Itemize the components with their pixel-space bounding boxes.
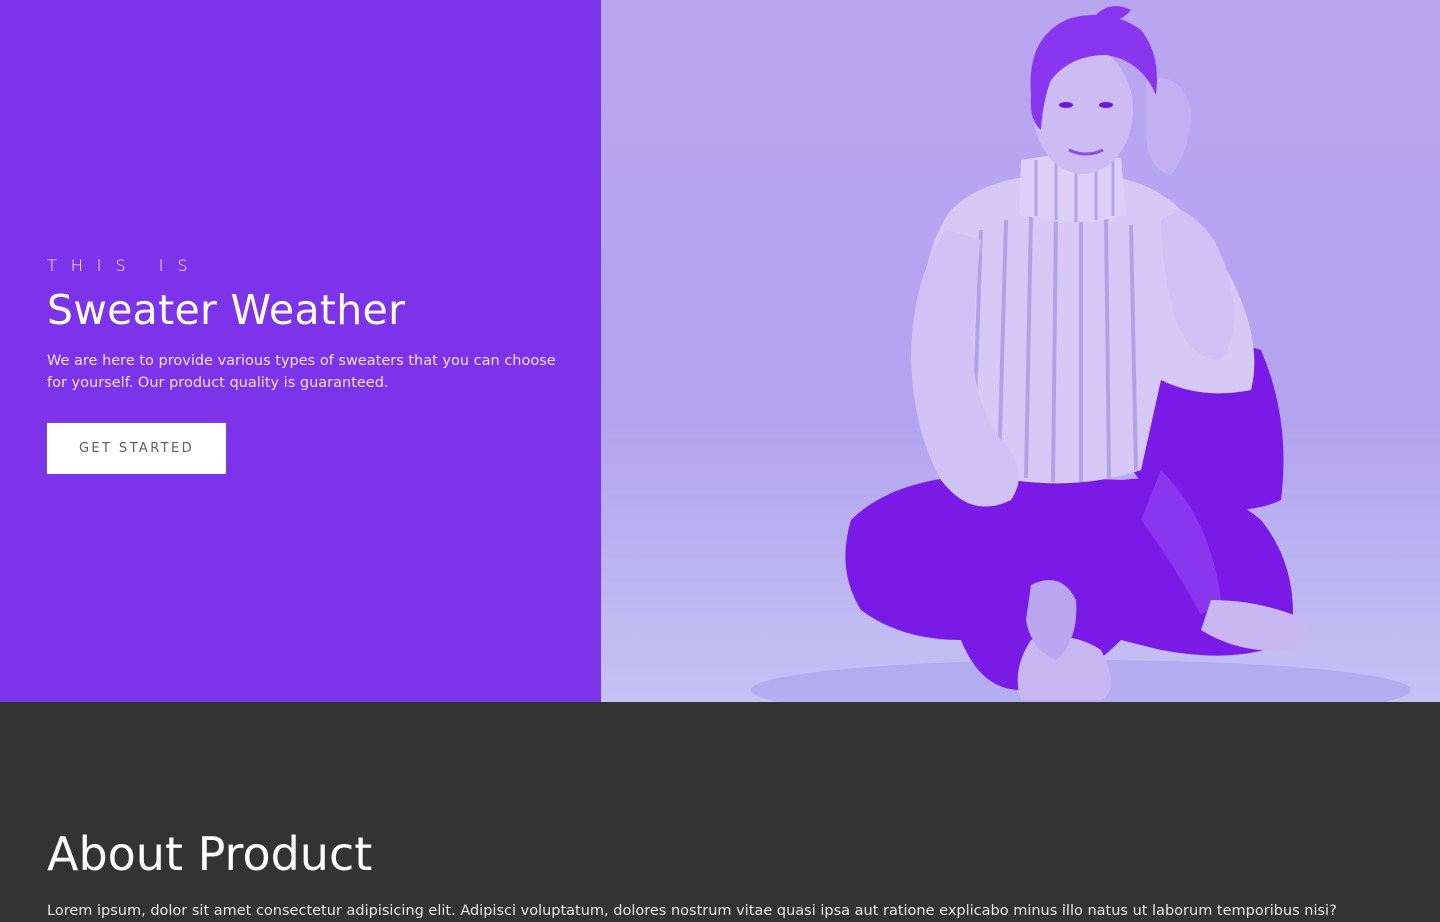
- about-section: About Product Lorem ipsum, dolor sit ame…: [0, 702, 1440, 919]
- hero-title: Sweater Weather: [47, 286, 406, 334]
- get-started-button[interactable]: GET STARTED: [47, 423, 226, 474]
- about-title: About Product: [47, 827, 373, 881]
- about-text: Lorem ipsum, dolor sit amet consectetur …: [47, 903, 1337, 919]
- hero-section: THIS IS Sweater Weather We are here to p…: [0, 0, 1440, 702]
- hero-description: We are here to provide various types of …: [47, 353, 556, 391]
- woman-in-sweater-photo: [751, 6, 1411, 702]
- hero-eyebrow: THIS IS: [47, 256, 202, 275]
- hero-text-panel: THIS IS Sweater Weather We are here to p…: [0, 0, 601, 702]
- hero-image: [601, 0, 1440, 702]
